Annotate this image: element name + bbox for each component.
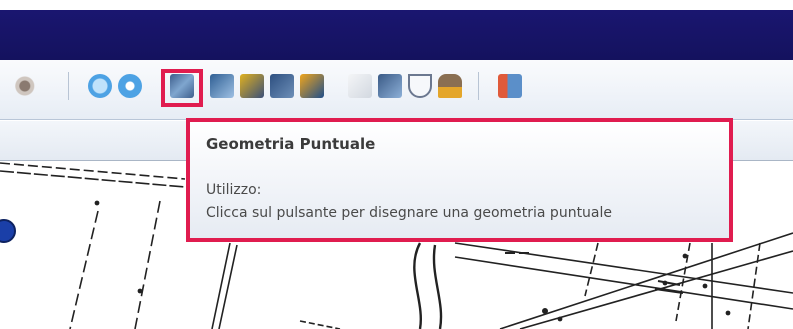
- copy-icon[interactable]: [348, 74, 372, 98]
- pan-hand-icon[interactable]: [14, 74, 38, 98]
- select-geometry-icon[interactable]: [270, 74, 294, 98]
- paint-icon[interactable]: [300, 74, 324, 98]
- exit-icon[interactable]: [498, 74, 522, 98]
- tooltip-usage-label: Utilizzo:: [206, 182, 262, 198]
- stamp-icon[interactable]: [438, 74, 462, 98]
- stop-icon[interactable]: [118, 74, 142, 98]
- tooltip-description: Clicca sul pulsante per disegnare una ge…: [206, 205, 613, 221]
- edit-geometry-icon[interactable]: [240, 74, 264, 98]
- edit-note-icon[interactable]: [378, 74, 402, 98]
- toolbar: [0, 60, 793, 120]
- play-icon[interactable]: [88, 74, 112, 98]
- toolbar-separator: [68, 72, 69, 100]
- highlight-box: [161, 69, 203, 107]
- compass-icon[interactable]: [408, 74, 432, 98]
- toolbar-separator: [478, 72, 479, 100]
- tooltip-title: Geometria Puntuale: [206, 135, 376, 153]
- window-title-bar: [0, 0, 793, 60]
- tooltip: Geometria Puntuale Utilizzo: Clicca sul …: [186, 118, 733, 242]
- line-geometry-icon[interactable]: [210, 74, 234, 98]
